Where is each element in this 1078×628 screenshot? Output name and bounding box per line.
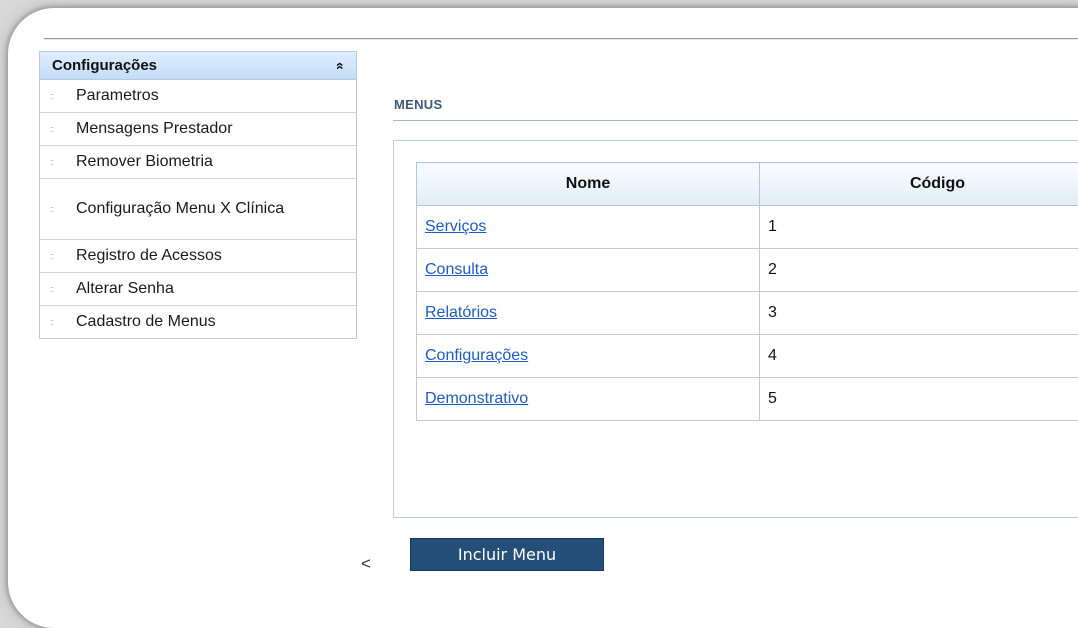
bullet-icon: :: (50, 317, 76, 327)
menus-panel: Nome Código Serviços 1 Consulta 2 Relató… (393, 140, 1078, 518)
table-header-row: Nome Código (417, 163, 1078, 206)
section-title: MENUS (394, 97, 442, 112)
cell-codigo: 5 (760, 378, 1078, 421)
sidebar: Configurações « :: Parametros :: Mensage… (39, 51, 357, 339)
table-row: Demonstrativo 5 (417, 378, 1078, 421)
section-divider (393, 120, 1078, 121)
table-row: Consulta 2 (417, 249, 1078, 292)
sidebar-item-configuracao-menu-clinica[interactable]: :: Configuração Menu X Clínica (40, 178, 356, 239)
cell-codigo: 4 (760, 335, 1078, 378)
sidebar-item-label: Remover Biometria (76, 153, 213, 171)
bullet-icon: :: (50, 204, 76, 214)
cell-nome: Configurações (417, 335, 760, 378)
column-header-codigo[interactable]: Código (760, 163, 1078, 206)
sidebar-header[interactable]: Configurações « (39, 51, 357, 80)
menu-link[interactable]: Configurações (425, 347, 528, 364)
bullet-icon: :: (50, 157, 76, 167)
bullet-icon: :: (50, 284, 76, 294)
sidebar-item-registro-acessos[interactable]: :: Registro de Acessos (40, 239, 356, 272)
bullet-icon: :: (50, 124, 76, 134)
sidebar-item-mensagens-prestador[interactable]: :: Mensagens Prestador (40, 112, 356, 145)
sidebar-title: Configurações (52, 57, 157, 74)
cell-codigo: 1 (760, 206, 1078, 249)
table-row: Serviços 1 (417, 206, 1078, 249)
sidebar-item-remover-biometria[interactable]: :: Remover Biometria (40, 145, 356, 178)
collapse-up-icon[interactable]: « (334, 62, 348, 70)
sidebar-item-label: Alterar Senha (76, 280, 174, 298)
collapse-sidebar-arrow-icon[interactable]: < (361, 554, 371, 574)
cell-codigo: 2 (760, 249, 1078, 292)
top-divider (44, 38, 1078, 39)
cell-nome: Serviços (417, 206, 760, 249)
cell-codigo: 3 (760, 292, 1078, 335)
bullet-icon: :: (50, 91, 76, 101)
table-row: Relatórios 3 (417, 292, 1078, 335)
sidebar-item-cadastro-menus[interactable]: :: Cadastro de Menus (40, 305, 356, 338)
sidebar-item-label: Mensagens Prestador (76, 120, 233, 138)
incluir-menu-button[interactable]: Incluir Menu (410, 538, 604, 571)
sidebar-item-label: Registro de Acessos (76, 247, 222, 265)
sidebar-items: :: Parametros :: Mensagens Prestador :: … (39, 80, 357, 339)
menus-table: Nome Código Serviços 1 Consulta 2 Relató… (416, 162, 1078, 421)
menu-link[interactable]: Consulta (425, 261, 488, 278)
table-row: Configurações 4 (417, 335, 1078, 378)
cell-nome: Consulta (417, 249, 760, 292)
sidebar-item-alterar-senha[interactable]: :: Alterar Senha (40, 272, 356, 305)
menu-link[interactable]: Serviços (425, 218, 486, 235)
sidebar-item-label: Cadastro de Menus (76, 313, 216, 331)
menu-link[interactable]: Demonstrativo (425, 390, 528, 407)
cell-nome: Demonstrativo (417, 378, 760, 421)
bullet-icon: :: (50, 251, 76, 261)
column-header-nome[interactable]: Nome (417, 163, 760, 206)
sidebar-item-label: Parametros (76, 87, 159, 105)
cell-nome: Relatórios (417, 292, 760, 335)
menu-link[interactable]: Relatórios (425, 304, 497, 321)
sidebar-item-parametros[interactable]: :: Parametros (40, 80, 356, 112)
sidebar-item-label: Configuração Menu X Clínica (76, 200, 284, 218)
